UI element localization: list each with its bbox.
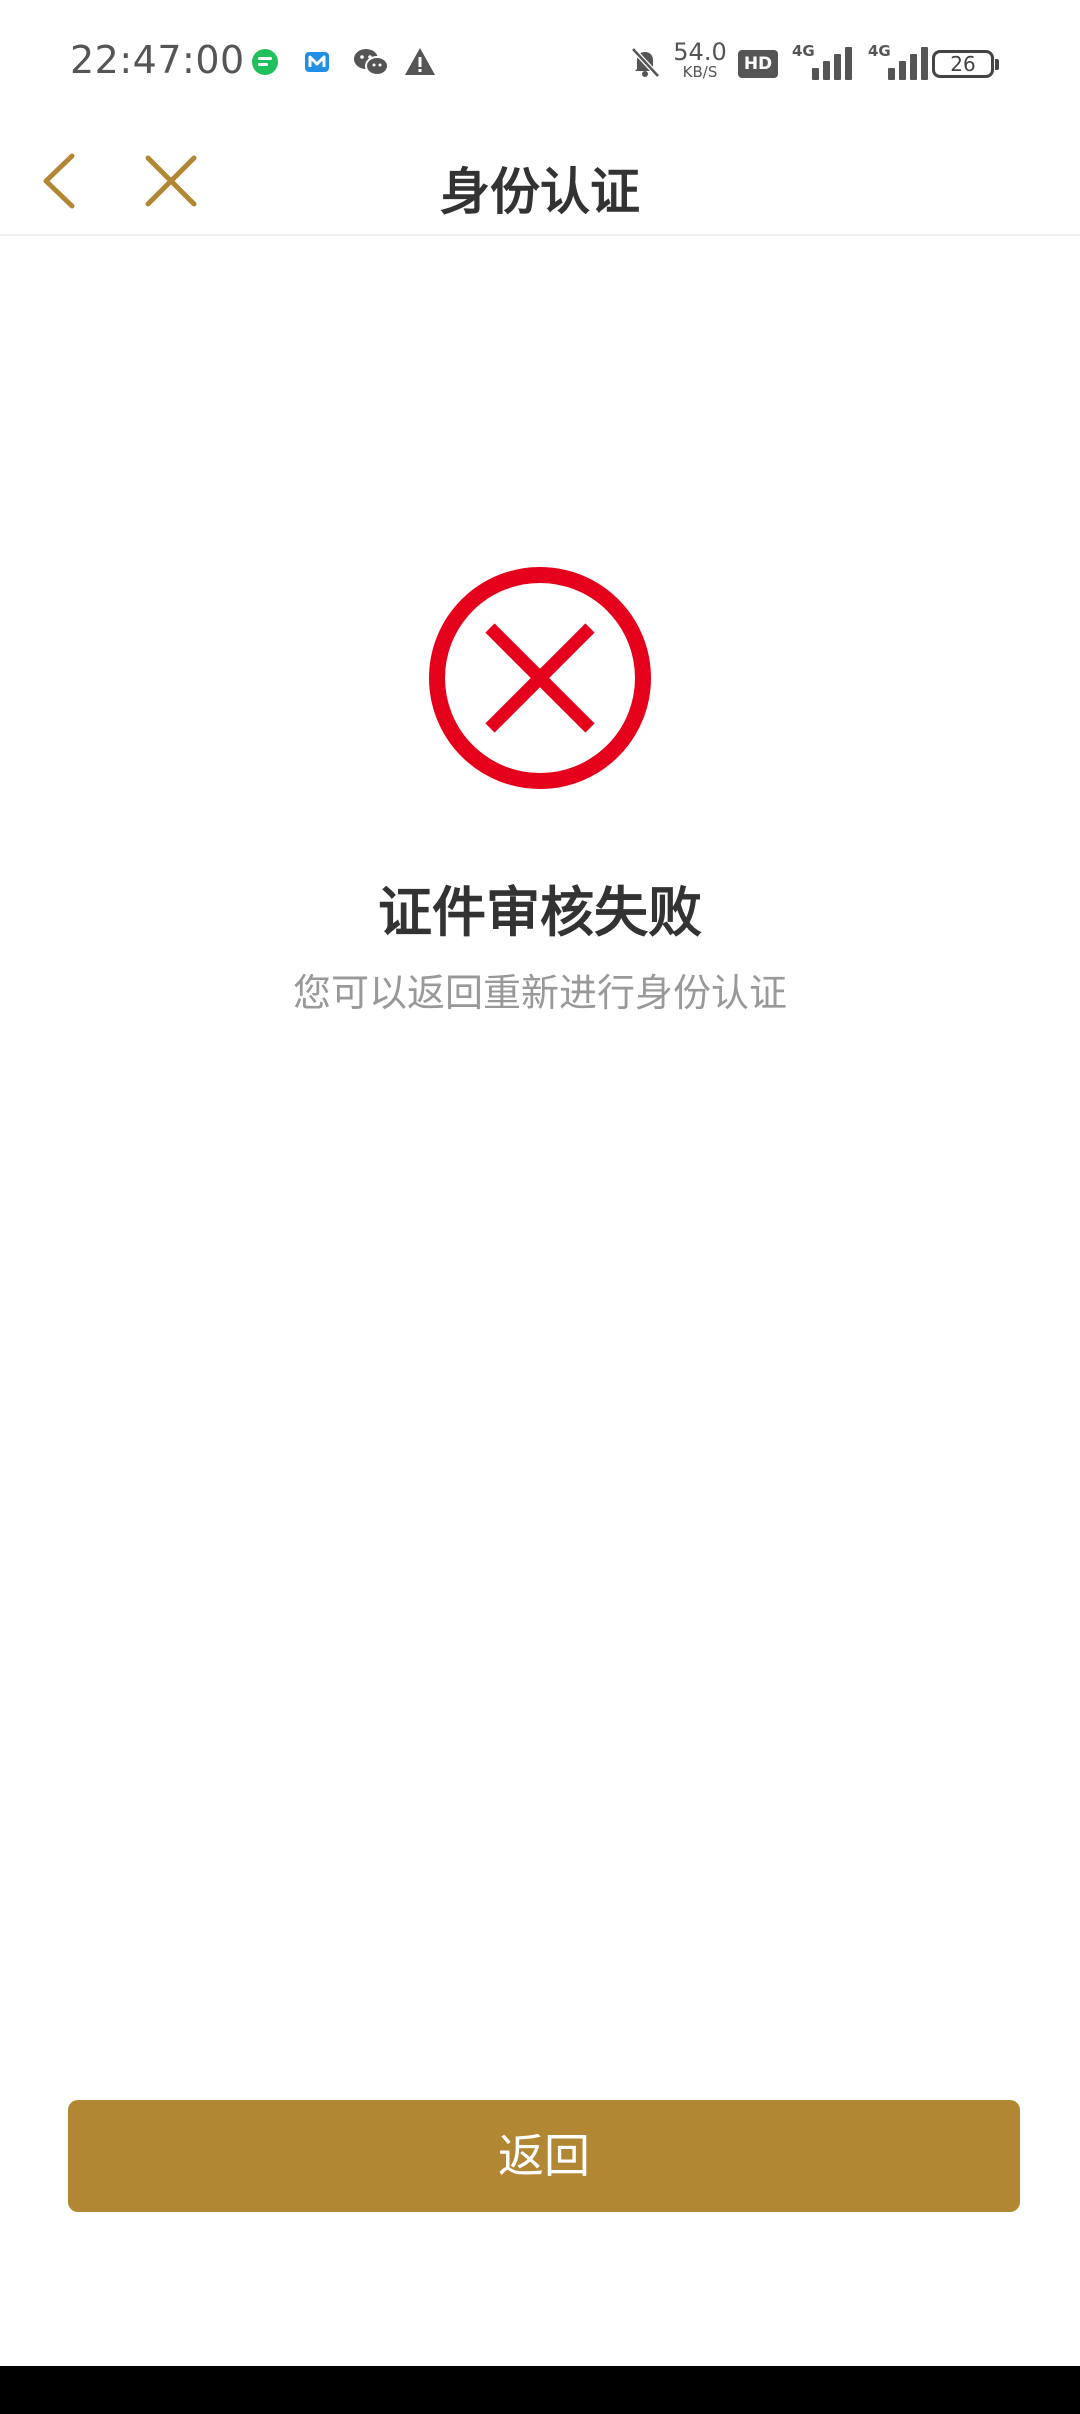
bell-muted-icon — [628, 45, 662, 79]
wechat-icon — [352, 45, 390, 79]
error-circle-icon — [426, 564, 654, 792]
signal-strength-2: 4G — [868, 42, 930, 80]
status-time: 22:47:00 — [70, 38, 245, 82]
network-speed-unit: KB/S — [682, 63, 718, 81]
signal-1-network-type: 4G — [792, 42, 815, 60]
message-app-icon — [248, 45, 282, 79]
page-header: 身份认证 — [0, 126, 1080, 236]
battery-indicator: 26 — [932, 50, 999, 78]
network-speed-value: 54.0 — [673, 38, 727, 66]
screen: 22:47:00 54.0 KB/S HD 4G 4G 26 身份认证 证件审核… — [0, 0, 1080, 2414]
status-bar: 22:47:00 54.0 KB/S HD 4G 4G 26 — [0, 0, 1080, 126]
warning-icon — [403, 45, 437, 79]
signal-strength-1: 4G — [792, 42, 854, 80]
signal-2-network-type: 4G — [868, 42, 891, 60]
return-button[interactable]: 返回 — [68, 2100, 1020, 2212]
result-title: 证件审核失败 — [378, 881, 702, 944]
system-navigation-bar — [0, 2366, 1080, 2414]
hd-badge: HD — [738, 50, 778, 78]
page-title: 身份认证 — [440, 163, 640, 221]
result-subtitle: 您可以返回重新进行身份认证 — [292, 971, 787, 1015]
m-app-icon — [300, 45, 334, 79]
network-speed: 54.0 KB/S — [672, 40, 728, 80]
